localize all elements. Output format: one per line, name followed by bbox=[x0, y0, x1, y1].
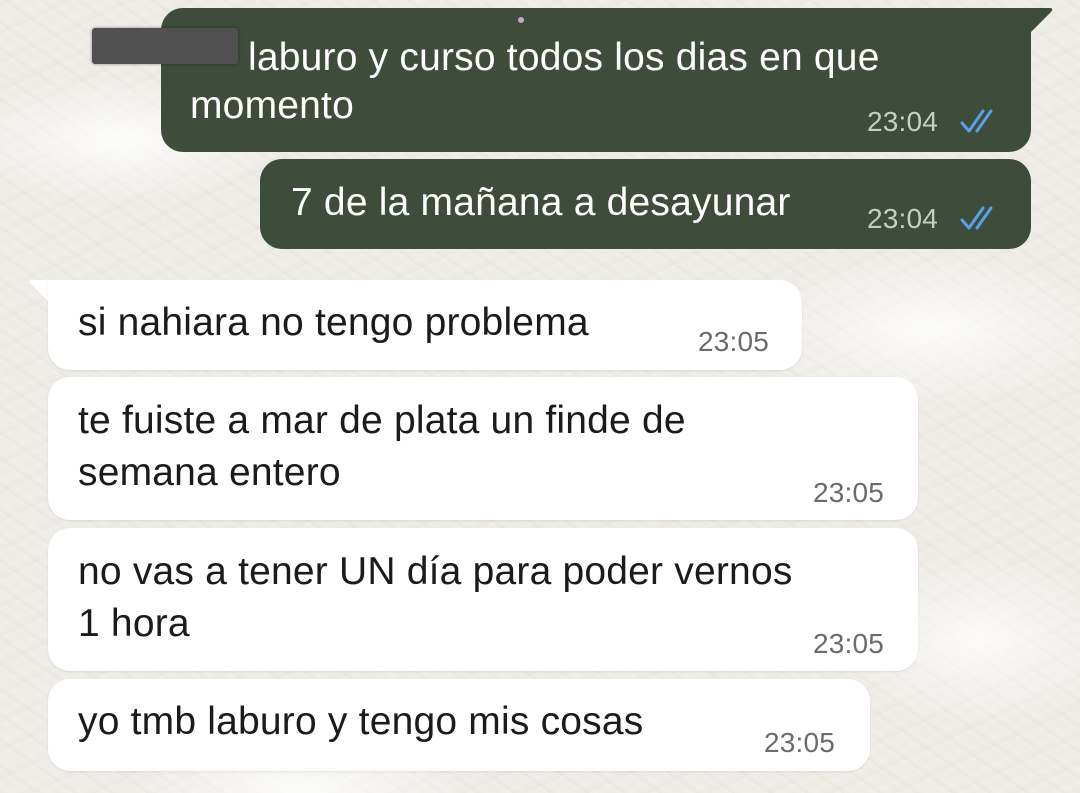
double-check-icon bbox=[960, 109, 993, 133]
incoming-message-bubble[interactable]: yo tmb laburo y tengo mis cosas 23:05 bbox=[48, 679, 870, 771]
message-text-line: 7 de la mañana a desayunar bbox=[291, 181, 791, 224]
redacted-text-block bbox=[92, 28, 238, 64]
incoming-message-bubble[interactable]: si nahiara no tengo problema 23:05 bbox=[48, 280, 802, 370]
message-text-line: si nahiara no tengo problema bbox=[78, 301, 589, 344]
double-check-icon bbox=[960, 206, 993, 230]
outgoing-message-bubble[interactable]: 7 de la mañana a desayunar 23:04 bbox=[260, 159, 1031, 249]
bubble-tail bbox=[1026, 8, 1053, 32]
message-text-line: semana entero bbox=[78, 451, 341, 494]
message-text-line: no vas a tener UN día para poder vernos bbox=[78, 550, 793, 593]
incoming-message-bubble[interactable]: te fuiste a mar de plata un finde de sem… bbox=[48, 377, 918, 520]
message-timestamp: 23:05 bbox=[813, 628, 885, 659]
outgoing-message-bubble[interactable]: laburo y curso todos los dias en que mom… bbox=[161, 8, 1031, 152]
message-timestamp: 23:05 bbox=[813, 477, 885, 508]
message-text-line: 1 hora bbox=[78, 602, 190, 645]
message-timestamp: 23:05 bbox=[764, 727, 836, 758]
message-text-line: momento bbox=[190, 84, 354, 127]
chat-conversation: laburo y curso todos los dias en que mom… bbox=[0, 0, 1080, 793]
indicator-dot bbox=[518, 17, 524, 23]
message-timestamp: 23:04 bbox=[867, 203, 939, 234]
incoming-message-bubble[interactable]: no vas a tener UN día para poder vernos … bbox=[48, 528, 918, 671]
message-timestamp: 23:05 bbox=[698, 326, 770, 357]
message-timestamp: 23:04 bbox=[867, 106, 939, 137]
message-text-line: laburo y curso todos los dias en que bbox=[248, 36, 880, 79]
message-text-line: yo tmb laburo y tengo mis cosas bbox=[78, 700, 644, 743]
message-text-line: te fuiste a mar de plata un finde de bbox=[78, 399, 686, 442]
